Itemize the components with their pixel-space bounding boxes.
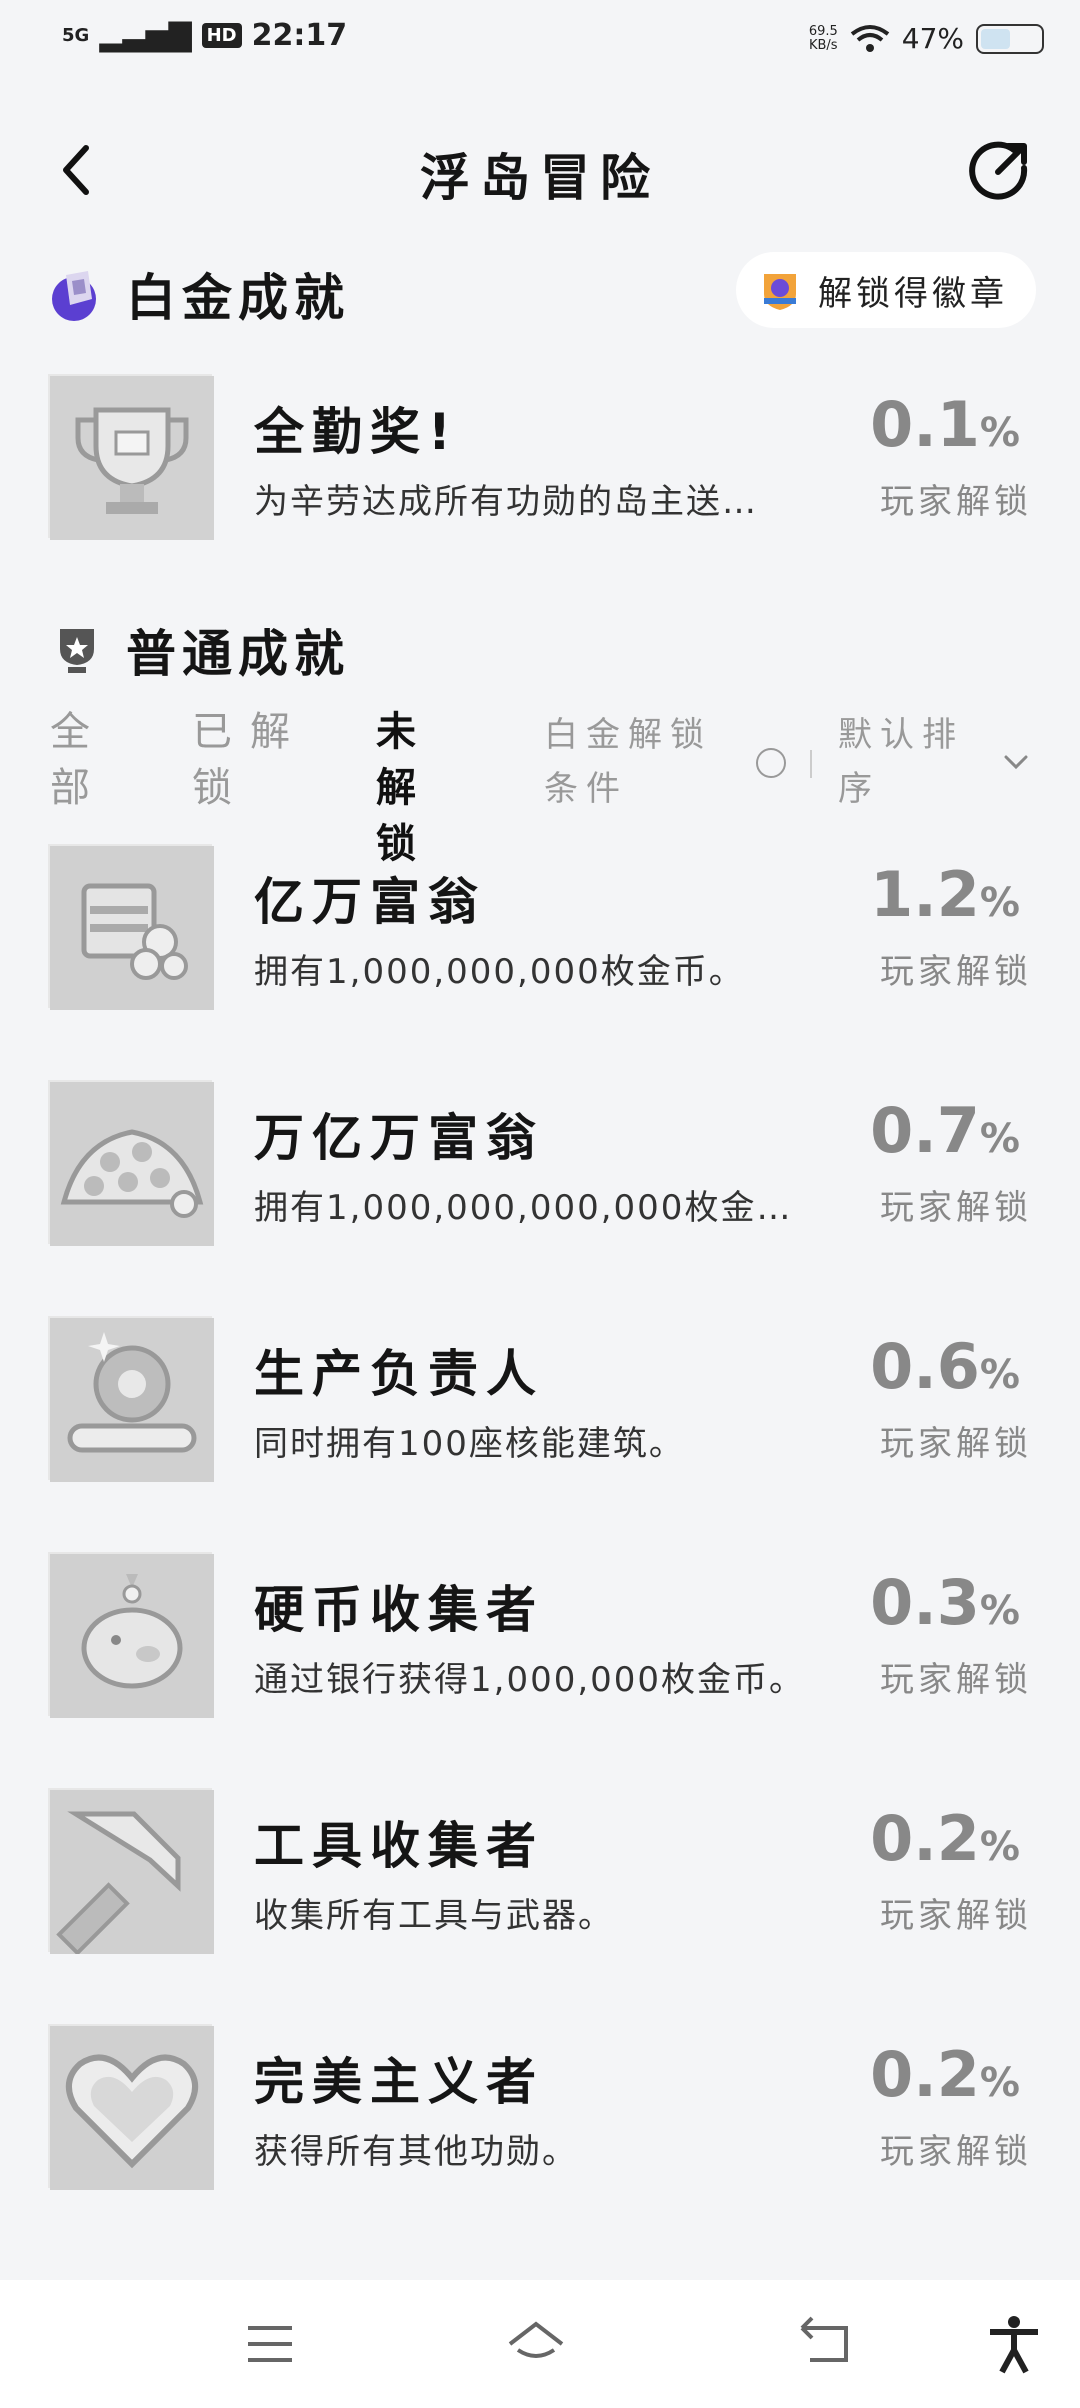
achievement-name: 工具收集者 [254,1817,544,1875]
gear-wrench-icon [48,1316,214,1482]
hd-badge: HD [201,23,242,48]
divider [810,750,812,778]
condition-label: 白金解锁条件 [544,715,712,809]
percent-unit: % [979,2060,1020,2106]
achievement-row[interactable]: 工具收集者 收集所有工具与武器。 0.2% 玩家解锁 [48,1788,1032,1954]
unlock-percent: 1.2% [870,858,1020,931]
percent-unit: % [979,1588,1020,1634]
coin-pile-icon [48,1080,214,1246]
filter-tab-unlocked[interactable]: 已解锁 [192,704,312,816]
pickaxe-icon [48,1788,214,1954]
coins-stack-icon [48,844,214,1010]
battery-icon [976,23,1044,54]
achievement-row[interactable]: 全勤奖! 为辛劳达成所有功勋的岛主送… 0.1% 玩家解锁 [48,374,1032,540]
achievement-row[interactable]: 万亿万富翁 拥有1,000,000,000,000枚金币。 0.7% 玩家解锁 [48,1080,1032,1246]
unlock-percent: 0.7% [870,1094,1020,1167]
unlock-percent: 0.2% [870,1802,1020,1875]
percent-value: 0.1 [870,388,980,461]
achievement-name: 生产负责人 [254,1345,544,1403]
achievement-name: 完美主义者 [254,2053,544,2111]
menu-icon[interactable] [240,2314,300,2374]
achievement-row[interactable]: 亿万富翁 拥有1,000,000,000枚金币。 1.2% 玩家解锁 [48,844,1032,1010]
percent-unit: % [979,1116,1020,1162]
achievement-name: 全勤奖! [254,403,459,461]
unlock-badge-button[interactable]: 解锁得徽章 [736,252,1036,328]
achievement-desc: 收集所有工具与武器。 [254,1896,614,1936]
filter-tab-all[interactable]: 全部 [50,704,120,816]
percent-unit: % [979,410,1020,456]
normal-section-header: 普通成就 [48,614,350,686]
achievement-name: 亿万富翁 [254,873,486,931]
achievement-row[interactable]: 生产负责人 同时拥有100座核能建筑。 0.6% 玩家解锁 [48,1316,1032,1482]
accessibility-icon[interactable] [984,2314,1044,2374]
achievement-desc: 为辛劳达成所有功勋的岛主送… [254,482,758,522]
condition-radio[interactable] [756,748,786,778]
piggy-bank-icon [48,1552,214,1718]
achievement-desc: 拥有1,000,000,000,000枚金币。 [254,1188,824,1228]
achievement-desc: 同时拥有100座核能建筑。 [254,1424,685,1464]
back-nav-icon[interactable] [796,2314,856,2374]
net-speed: 69.5 [808,23,838,39]
achievement-row[interactable]: 完美主义者 获得所有其他功勋。 0.2% 玩家解锁 [48,2024,1032,2190]
unlock-percent: 0.3% [870,1566,1020,1639]
unlock-label: 玩家解锁 [880,482,1032,522]
percent-value: 0.3 [870,1566,980,1639]
achievement-name: 万亿万富翁 [254,1109,544,1167]
platinum-title: 白金成就 [126,269,350,327]
platinum-trophy-icon [52,271,96,321]
home-icon[interactable] [506,2314,566,2374]
sort-dropdown[interactable]: 默认排序 [838,708,978,816]
net-unit: KB/s [808,37,838,53]
unlock-label: 玩家解锁 [880,952,1032,992]
wifi-icon [850,24,889,52]
unlock-label: 玩家解锁 [880,1896,1032,1936]
badge-label: 解锁得徽章 [818,273,1008,314]
unlock-label: 玩家解锁 [880,2132,1032,2172]
achievement-desc: 获得所有其他功勋。 [254,2132,578,2172]
badge-icon [764,274,796,310]
trophy-small-icon [60,629,94,673]
unlock-label: 玩家解锁 [880,1424,1032,1464]
unlock-percent: 0.1% [870,388,1020,461]
page-title: 浮岛冒险 [420,149,660,207]
percent-value: 0.7 [870,1094,980,1167]
achievement-name: 硬币收集者 [254,1581,544,1639]
achievement-row[interactable]: 硬币收集者 通过银行获得1,000,000枚金币。 0.3% 玩家解锁 [48,1552,1032,1718]
signal-icon: ▂▃▅▇ [99,18,192,53]
unlock-percent: 0.2% [870,2038,1020,2111]
percent-unit: % [979,1824,1020,1870]
percent-value: 0.2 [870,2038,980,2111]
achievement-desc: 通过银行获得1,000,000枚金币。 [254,1660,806,1700]
unlock-percent: 0.6% [870,1330,1020,1403]
system-nav-bar [0,2280,1080,2408]
heart-icon [48,2024,214,2190]
normal-title: 普通成就 [126,625,350,683]
achievement-desc: 拥有1,000,000,000枚金币。 [254,952,745,992]
unlock-label: 玩家解锁 [880,1188,1032,1228]
chevron-down-icon[interactable] [1002,748,1030,776]
percent-unit: % [979,1352,1020,1398]
top-bar: 浮岛冒险 [0,120,1080,220]
percent-value: 0.6 [870,1330,980,1403]
share-icon[interactable] [968,138,1032,202]
status-bar: 5G ▂▃▅▇ HD 22:17 69.5 KB/s 47% [0,0,1080,90]
unlock-label: 玩家解锁 [880,1660,1032,1700]
signal-label: 5G [62,25,90,46]
clock: 22:17 [251,18,348,53]
filter-bar: 全部 已解锁 未解锁 白金解锁条件 默认排序 [0,690,1080,867]
percent-value: 1.2 [870,858,980,931]
platinum-section-header: 白金成就 [48,258,350,330]
trophy-icon [48,374,214,540]
battery-percent: 47% [901,22,964,55]
percent-unit: % [979,880,1020,926]
percent-value: 0.2 [870,1802,980,1875]
